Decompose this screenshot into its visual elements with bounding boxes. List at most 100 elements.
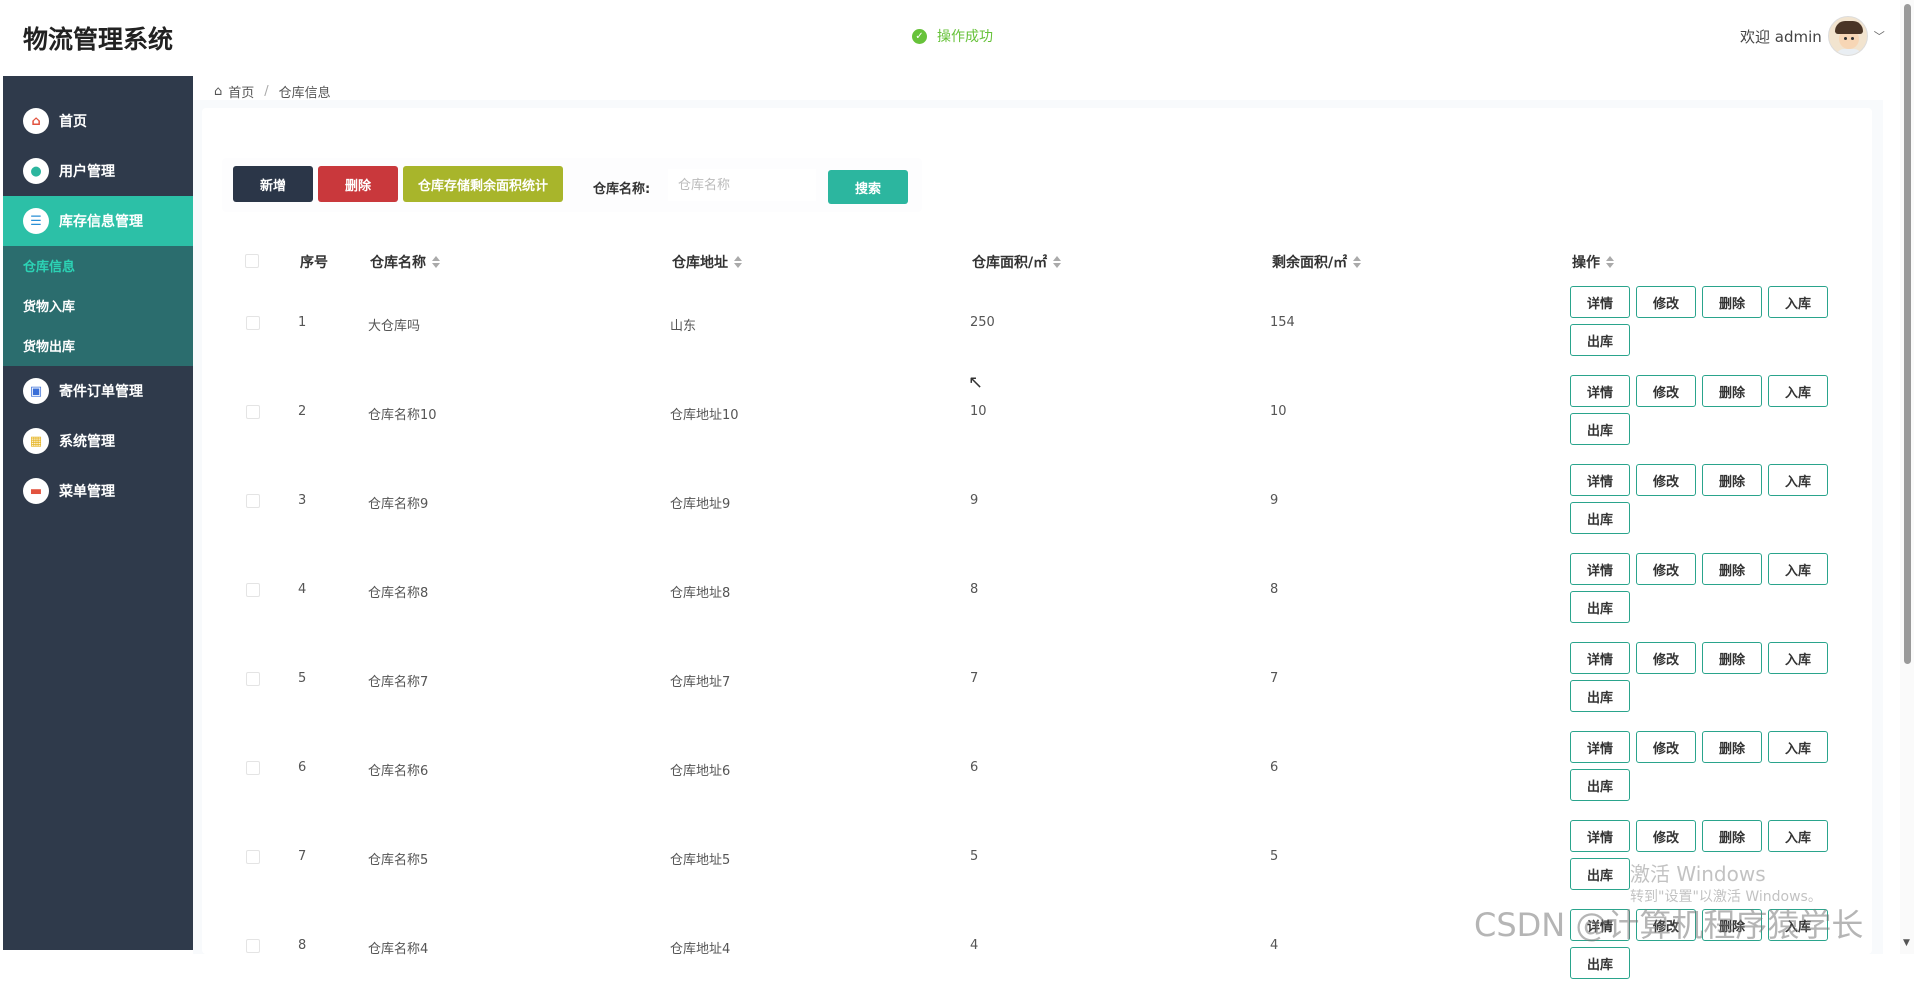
user-menu[interactable]: 欢迎 admin ﹀	[1740, 16, 1885, 56]
stock-in-button[interactable]: 入库	[1768, 375, 1828, 407]
sidebar-item-home[interactable]: ⌂ 首页	[3, 96, 193, 146]
cell-warehouse-address: 仓库地址6	[670, 764, 731, 779]
row-checkbox[interactable]	[246, 494, 260, 508]
edit-button[interactable]: 修改	[1636, 731, 1696, 763]
sort-icon[interactable]	[1606, 256, 1614, 268]
stock-in-button[interactable]: 入库	[1768, 642, 1828, 674]
table-row: 6 仓库名称6 仓库地址6 6 6 详情 修改 删除 入库出库	[232, 723, 1842, 812]
stock-out-button[interactable]: 出库	[1570, 858, 1630, 890]
row-checkbox[interactable]	[246, 405, 260, 419]
scrollbar-thumb[interactable]	[1904, 4, 1911, 664]
cell-index: 4	[298, 582, 307, 597]
cell-warehouse-address: 仓库地址4	[670, 942, 731, 957]
submenu-item-stock-in[interactable]: 货物入库	[23, 296, 75, 315]
stock-out-button[interactable]: 出库	[1570, 591, 1630, 623]
detail-button[interactable]: 详情	[1570, 820, 1630, 852]
row-checkbox[interactable]	[246, 583, 260, 597]
stock-in-button[interactable]: 入库	[1768, 286, 1828, 318]
cell-index: 8	[298, 938, 307, 953]
col-warehouse-address[interactable]: 仓库地址	[672, 252, 742, 272]
delete-row-button[interactable]: 删除	[1702, 464, 1762, 496]
submenu-item-warehouse[interactable]: 仓库信息	[23, 256, 75, 275]
delete-row-button[interactable]: 删除	[1702, 642, 1762, 674]
area-stats-button[interactable]: 仓库存储剩余面积统计	[403, 166, 563, 202]
col-warehouse-area[interactable]: 仓库面积/㎡	[972, 252, 1062, 272]
delete-row-button[interactable]: 删除	[1702, 375, 1762, 407]
edit-button[interactable]: 修改	[1636, 642, 1696, 674]
col-index: 序号	[300, 255, 328, 271]
detail-button[interactable]: 详情	[1570, 553, 1630, 585]
detail-button[interactable]: 详情	[1570, 375, 1630, 407]
row-checkbox[interactable]	[246, 939, 260, 953]
check-circle-icon: ✓	[912, 28, 927, 44]
sidebar-item-inventory[interactable]: ☰ 库存信息管理	[3, 196, 193, 246]
cell-warehouse-address: 仓库地址8	[670, 586, 731, 601]
warehouse-name-search-input[interactable]	[668, 169, 816, 201]
edit-button[interactable]: 修改	[1636, 375, 1696, 407]
sort-icon[interactable]	[432, 256, 440, 268]
stock-out-button[interactable]: 出库	[1570, 680, 1630, 712]
add-button[interactable]: 新增	[233, 166, 313, 202]
chevron-down-icon[interactable]: ﹀	[1874, 28, 1885, 44]
sort-icon[interactable]	[1053, 256, 1062, 268]
cell-remaining-area: 6	[1270, 760, 1279, 775]
col-actions[interactable]: 操作	[1572, 252, 1614, 272]
avatar[interactable]	[1827, 16, 1868, 56]
stock-out-button[interactable]: 出库	[1570, 947, 1630, 979]
cell-warehouse-area: 9	[970, 493, 979, 508]
delete-row-button[interactable]: 删除	[1702, 553, 1762, 585]
delete-row-button[interactable]: 删除	[1702, 820, 1762, 852]
row-checkbox[interactable]	[246, 850, 260, 864]
inventory-submenu: 仓库信息 货物入库 货物出库	[3, 246, 193, 366]
detail-button[interactable]: 详情	[1570, 286, 1630, 318]
breadcrumb-home[interactable]: 首页	[228, 82, 254, 101]
edit-button[interactable]: 修改	[1636, 820, 1696, 852]
cell-remaining-area: 8	[1270, 582, 1279, 597]
table-row: 2 仓库名称10 仓库地址10 10 10 详情 修改 删除 入库 出库	[232, 367, 1842, 456]
detail-button[interactable]: 详情	[1570, 731, 1630, 763]
stock-out-button[interactable]: 出库	[1570, 413, 1630, 445]
cell-index: 6	[298, 760, 307, 775]
row-checkbox[interactable]	[246, 672, 260, 686]
sort-icon[interactable]	[1353, 256, 1362, 268]
sidebar-item-orders[interactable]: ▣ 寄件订单管理	[3, 366, 193, 416]
submenu-item-stock-out[interactable]: 货物出库	[23, 336, 75, 355]
table-row: 3 仓库名称9 仓库地址9 9 9 详情 修改 删除 入库 出库	[232, 456, 1842, 545]
row-checkbox[interactable]	[246, 761, 260, 775]
cell-warehouse-area: 6	[970, 760, 979, 775]
search-button[interactable]: 搜索	[828, 170, 908, 204]
stock-in-button[interactable]: 入库	[1768, 553, 1828, 585]
cell-warehouse-name: 仓库名称6	[368, 764, 429, 779]
stock-in-button[interactable]: 入库	[1768, 464, 1828, 496]
cell-index: 2	[298, 404, 307, 419]
sidebar-item-menus[interactable]: ▬ 菜单管理	[3, 466, 193, 516]
stock-out-button[interactable]: 出库	[1570, 502, 1630, 534]
scroll-down-arrow-icon[interactable]: ▼	[1903, 938, 1910, 948]
sidebar-item-users[interactable]: ● 用户管理	[3, 146, 193, 196]
row-checkbox[interactable]	[246, 316, 260, 330]
delete-row-button[interactable]: 删除	[1702, 286, 1762, 318]
stock-in-button[interactable]: 入库	[1768, 731, 1828, 763]
stock-out-button[interactable]: 出库	[1570, 769, 1630, 801]
stock-in-button[interactable]: 入库	[1768, 820, 1828, 852]
edit-button[interactable]: 修改	[1636, 286, 1696, 318]
col-remaining-area[interactable]: 剩余面积/㎡	[1272, 252, 1362, 272]
sidebar-item-system[interactable]: ▦ 系统管理	[3, 416, 193, 466]
col-warehouse-name[interactable]: 仓库名称	[370, 252, 440, 272]
cell-warehouse-area: 10	[970, 404, 987, 419]
delete-row-button[interactable]: 删除	[1702, 731, 1762, 763]
select-all-checkbox[interactable]	[245, 254, 259, 268]
delete-button[interactable]: 删除	[318, 166, 398, 202]
edit-button[interactable]: 修改	[1636, 553, 1696, 585]
cell-warehouse-name: 仓库名称4	[368, 942, 429, 957]
edit-button[interactable]: 修改	[1636, 464, 1696, 496]
stock-out-button[interactable]: 出库	[1570, 324, 1630, 356]
sidebar-item-label: 首页	[59, 114, 87, 130]
app-title: 物流管理系统	[23, 25, 174, 54]
cell-remaining-area: 5	[1270, 849, 1279, 864]
sort-icon[interactable]	[734, 256, 742, 268]
detail-button[interactable]: 详情	[1570, 642, 1630, 674]
cell-warehouse-name: 大仓库吗	[368, 319, 421, 334]
detail-button[interactable]: 详情	[1570, 464, 1630, 496]
cell-index: 3	[298, 493, 307, 508]
